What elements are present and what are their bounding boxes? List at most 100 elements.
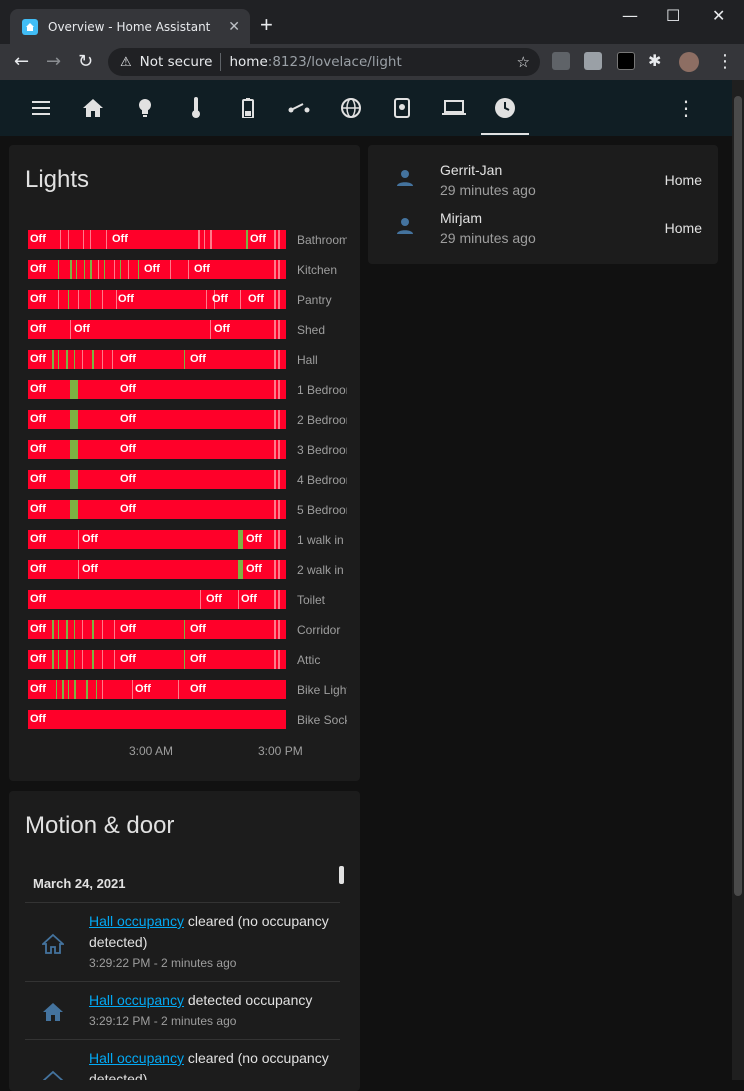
state-change-segment bbox=[74, 350, 75, 369]
logbook-scrollbar-thumb[interactable] bbox=[339, 866, 344, 884]
security-label[interactable]: Not secure bbox=[140, 54, 213, 70]
tab-close-icon[interactable]: ✕ bbox=[228, 18, 240, 35]
state-change-segment bbox=[184, 620, 185, 639]
reload-icon[interactable]: ↻ bbox=[78, 51, 93, 72]
extension-lock-icon[interactable] bbox=[617, 52, 635, 70]
light-timeline-bar[interactable]: Off Off Off bbox=[28, 230, 286, 249]
person-row-mirjam[interactable]: Mirjam 29 minutes ago Home bbox=[368, 204, 718, 252]
light-timeline-bar[interactable]: Off Off Off bbox=[28, 560, 286, 579]
logbook-entry: Hall occupancy cleared (no occupancy det… bbox=[25, 1039, 340, 1080]
person-row-gerrit-jan[interactable]: Gerrit-Jan 29 minutes ago Home bbox=[368, 156, 718, 204]
state-change-segment bbox=[274, 590, 276, 609]
state-change-segment bbox=[90, 230, 91, 249]
light-timeline-bar[interactable]: Off Off Off bbox=[28, 320, 286, 339]
light-timeline-bar[interactable]: Off Off bbox=[28, 380, 286, 399]
back-icon[interactable]: ← bbox=[14, 51, 29, 72]
tab-history-icon[interactable] bbox=[491, 94, 519, 122]
tab-thermometer-icon[interactable] bbox=[182, 94, 210, 122]
state-label: Off bbox=[241, 593, 257, 605]
light-timeline-bar[interactable]: Off Off Off bbox=[28, 530, 286, 549]
entity-link[interactable]: Hall occupancy bbox=[89, 992, 184, 1008]
light-timeline-bar[interactable]: Off Off bbox=[28, 500, 286, 519]
state-change-segment bbox=[278, 440, 280, 459]
light-timeline-bar[interactable]: Off Off Off bbox=[28, 680, 286, 699]
state-label: Off bbox=[190, 353, 206, 365]
state-change-segment bbox=[204, 230, 205, 249]
forward-icon[interactable]: → bbox=[46, 51, 61, 72]
warning-icon[interactable]: ⚠ bbox=[120, 55, 132, 70]
state-change-segment bbox=[66, 620, 68, 639]
state-change-segment bbox=[58, 350, 59, 369]
state-change-segment bbox=[92, 350, 94, 369]
overflow-menu-icon[interactable]: ⋮ bbox=[672, 94, 700, 122]
state-change-segment bbox=[184, 350, 185, 369]
light-timeline-bar[interactable]: Off Off Off bbox=[28, 260, 286, 279]
tab-lightbulb-icon[interactable] bbox=[131, 94, 159, 122]
light-entity-label: 4 Bedroom bbox=[297, 473, 347, 487]
light-timeline-bar[interactable]: Off Off bbox=[28, 410, 286, 429]
page-scrollbar-thumb[interactable] bbox=[734, 96, 742, 896]
star-icon[interactable]: ☆ bbox=[517, 53, 530, 71]
state-change-segment bbox=[274, 560, 276, 579]
state-change-segment bbox=[98, 260, 99, 279]
tab-home-icon[interactable] bbox=[79, 94, 107, 122]
new-tab-button[interactable]: + bbox=[260, 12, 273, 38]
tab-laptop-icon[interactable] bbox=[440, 94, 468, 122]
browser-toolbar: ← → ↻ ⚠ Not secure home:8123/lovelace/li… bbox=[0, 44, 744, 80]
state-change-segment bbox=[92, 620, 94, 639]
extension-cast-icon[interactable] bbox=[552, 52, 570, 70]
minimize-button[interactable]: — bbox=[622, 6, 638, 25]
light-timeline-bar[interactable]: Off Off Off bbox=[28, 590, 286, 609]
state-label: Off bbox=[120, 383, 136, 395]
browser-menu-icon[interactable]: ⋮ bbox=[716, 51, 734, 72]
state-change-segment bbox=[278, 350, 280, 369]
state-change-segment bbox=[200, 590, 201, 609]
address-bar[interactable]: ⚠ Not secure home:8123/lovelace/light ☆ bbox=[108, 48, 540, 76]
browser-tab[interactable]: Overview - Home Assistant ✕ bbox=[10, 9, 250, 44]
close-window-button[interactable]: ✕ bbox=[712, 6, 725, 25]
state-label: Off bbox=[120, 473, 136, 485]
light-timeline-bar[interactable]: Off Off bbox=[28, 440, 286, 459]
state-change-segment bbox=[238, 590, 239, 609]
entity-link[interactable]: Hall occupancy bbox=[89, 1050, 184, 1066]
light-timeline-bar[interactable]: Off bbox=[28, 710, 286, 729]
tab-battery-icon[interactable] bbox=[234, 94, 262, 122]
state-label: Off bbox=[120, 443, 136, 455]
state-label: Off bbox=[30, 563, 46, 575]
light-timeline-bar[interactable]: Off Off Off bbox=[28, 620, 286, 639]
state-change-segment bbox=[52, 350, 54, 369]
state-change-segment bbox=[74, 620, 75, 639]
extension-s-icon[interactable] bbox=[584, 52, 602, 70]
light-timeline-bar[interactable]: Off Off Off bbox=[28, 650, 286, 669]
state-change-segment bbox=[198, 230, 200, 249]
state-change-segment bbox=[62, 680, 64, 699]
state-change-segment bbox=[52, 620, 54, 639]
state-label: Off bbox=[30, 413, 46, 425]
profile-avatar-icon[interactable] bbox=[679, 52, 699, 72]
state-change-segment bbox=[86, 680, 88, 699]
tab-switch-icon[interactable] bbox=[285, 94, 313, 122]
state-change-segment bbox=[112, 350, 113, 369]
entity-link[interactable]: Hall occupancy bbox=[89, 913, 184, 929]
light-timeline-bar[interactable]: Off Off Off bbox=[28, 350, 286, 369]
hamburger-menu-icon[interactable] bbox=[27, 94, 55, 122]
maximize-button[interactable]: ☐ bbox=[666, 6, 680, 25]
state-label: Off bbox=[30, 443, 46, 455]
tab-storage-icon[interactable] bbox=[388, 94, 416, 122]
state-change-segment bbox=[78, 290, 79, 309]
state-label: Off bbox=[30, 503, 46, 515]
light-entity-label: 2 Bedroom bbox=[297, 413, 347, 427]
person-name: Gerrit-Jan bbox=[440, 162, 503, 178]
light-entity-label: Shed bbox=[297, 323, 326, 337]
state-change-segment bbox=[188, 260, 189, 279]
light-entity-label: Corridor bbox=[297, 623, 341, 637]
person-last-changed: 29 minutes ago bbox=[440, 182, 536, 198]
extensions-icon[interactable]: ✱ bbox=[648, 51, 661, 70]
state-change-segment bbox=[278, 560, 280, 579]
state-label: Off bbox=[82, 533, 98, 545]
light-timeline-bar[interactable]: Off Off bbox=[28, 470, 286, 489]
light-entity-label: 2 walk in bbox=[297, 563, 344, 577]
light-timeline-bar[interactable]: Off Off Off Off bbox=[28, 290, 286, 309]
tab-globe-icon[interactable] bbox=[337, 94, 365, 122]
light-entity-label: Bike Light bbox=[297, 683, 347, 697]
